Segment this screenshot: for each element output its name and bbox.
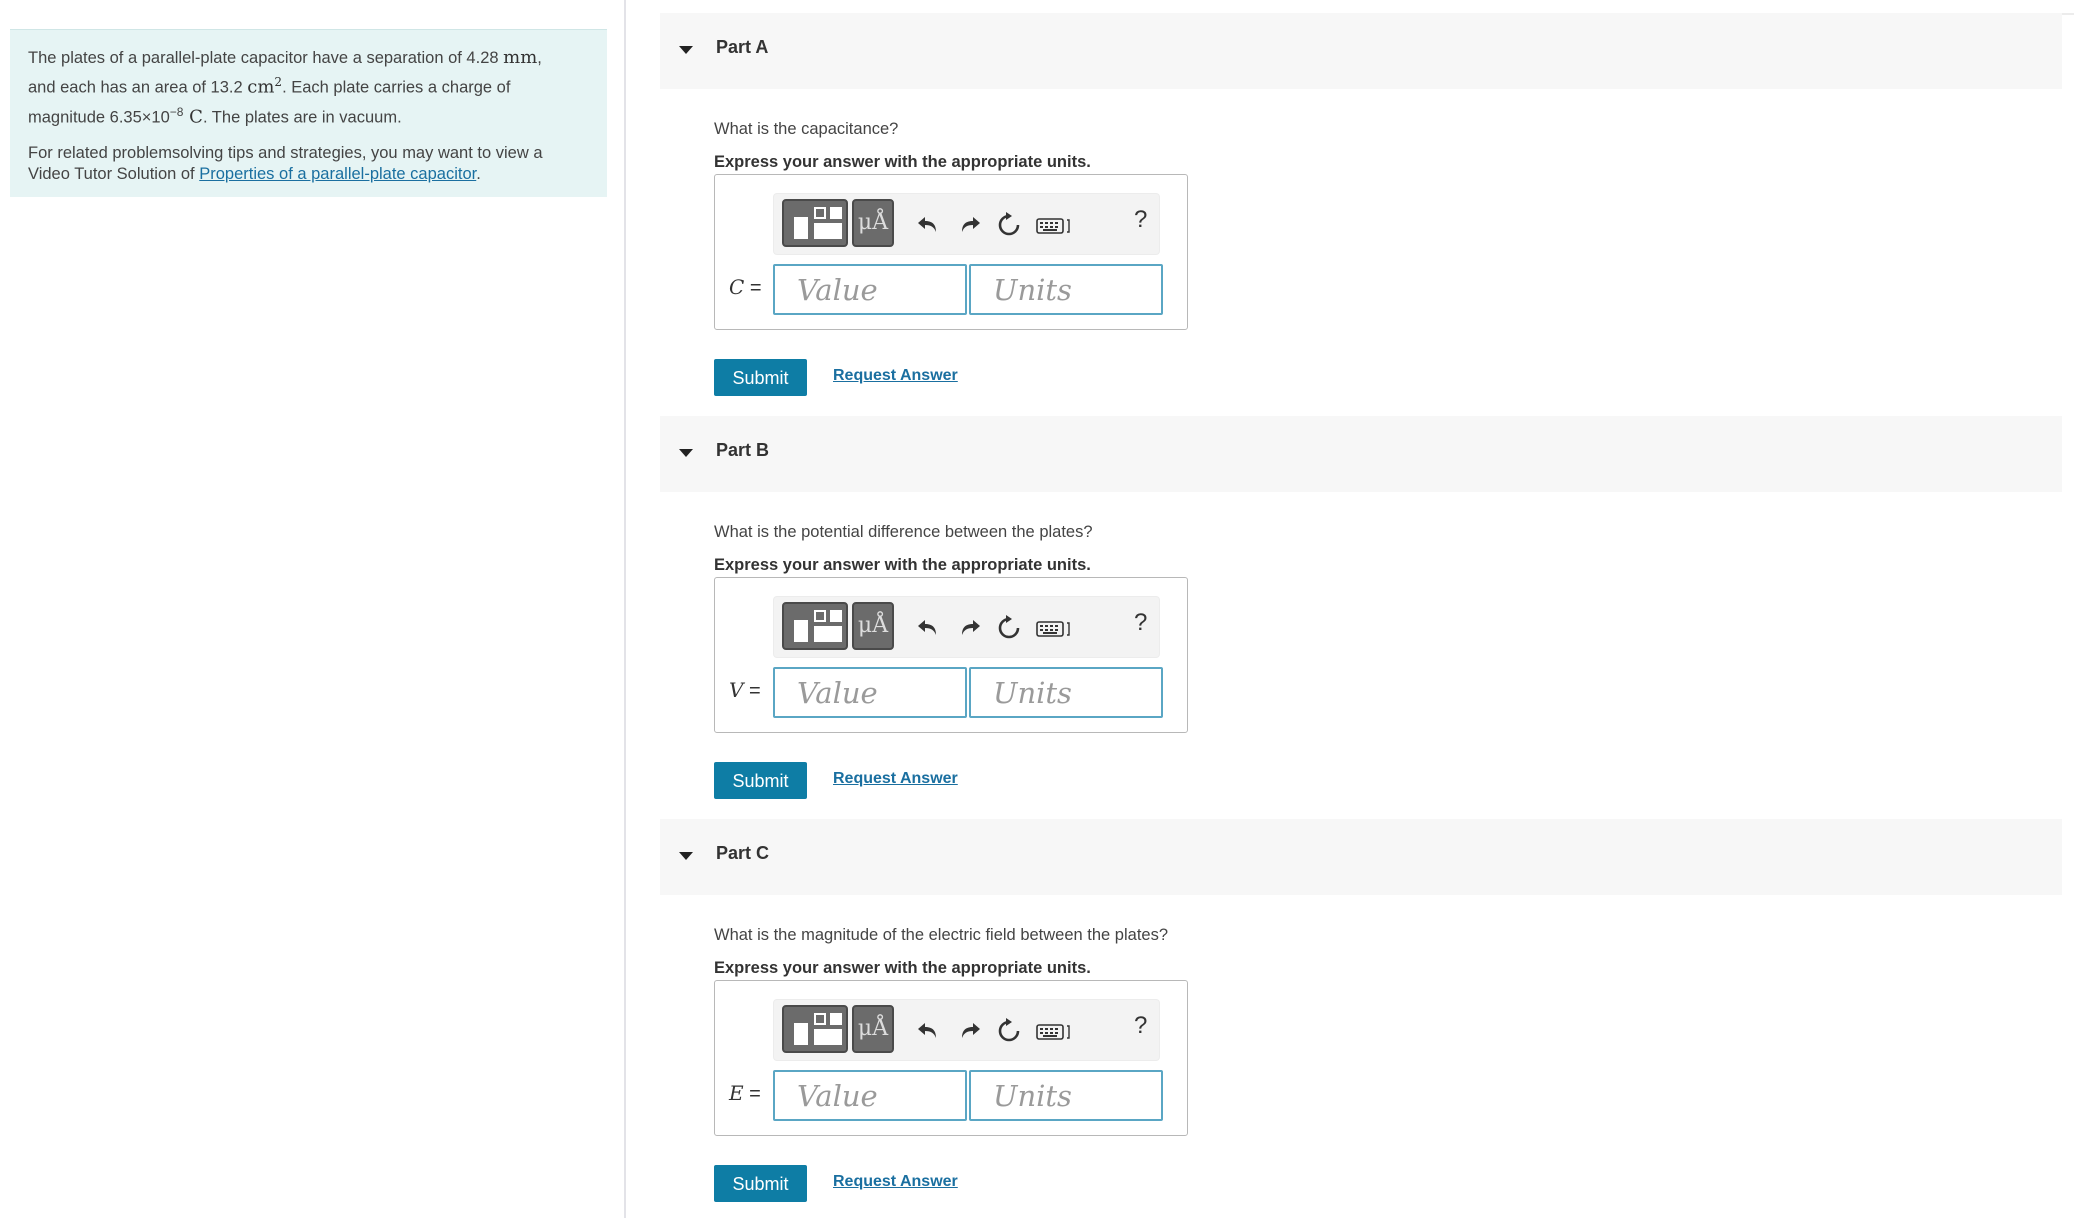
- units-icon[interactable]: μÅ: [852, 602, 894, 650]
- request-answer-link[interactable]: Request Answer: [833, 367, 958, 385]
- units-icon[interactable]: μÅ: [852, 1005, 894, 1053]
- request-answer-link[interactable]: Request Answer: [833, 1173, 958, 1191]
- answer-box: μÅ: [714, 174, 1188, 330]
- undo-icon[interactable]: [914, 1016, 944, 1046]
- units-icon[interactable]: μÅ: [852, 199, 894, 247]
- collapse-caret-icon[interactable]: [679, 852, 693, 860]
- value-input[interactable]: [773, 264, 967, 315]
- part-header[interactable]: Part B: [660, 416, 2062, 492]
- part-header[interactable]: Part A: [660, 13, 2062, 89]
- keyboard-icon[interactable]: [1034, 210, 1074, 240]
- video-tutor-link[interactable]: Properties of a parallel-plate capacitor: [199, 165, 476, 183]
- request-answer-link[interactable]: Request Answer: [833, 770, 958, 788]
- question-text: What is the magnitude of the electric fi…: [714, 926, 1169, 944]
- help-icon[interactable]: ?: [1134, 1012, 1147, 1040]
- help-icon[interactable]: ?: [1134, 206, 1147, 234]
- part-header[interactable]: Part C: [660, 819, 2062, 895]
- collapse-caret-icon[interactable]: [679, 449, 693, 457]
- problem-statement: The plates of a parallel-plate capacitor…: [10, 29, 607, 197]
- templates-icon[interactable]: [782, 1005, 848, 1053]
- question-text: What is the capacitance?: [714, 120, 899, 138]
- templates-icon[interactable]: [782, 602, 848, 650]
- math-toolbar: μÅ ?: [773, 999, 1160, 1061]
- variable-label: C =: [729, 275, 762, 299]
- units-input[interactable]: [969, 1070, 1163, 1121]
- instruction-text: Express your answer with the appropriate…: [714, 959, 1091, 977]
- part-title: Part A: [716, 37, 769, 57]
- unit-cm: cm: [247, 76, 275, 98]
- reset-icon[interactable]: [994, 613, 1024, 643]
- problem-text: The plates of a parallel-plate capacitor…: [28, 47, 542, 127]
- unit-coulomb: C: [183, 106, 203, 127]
- undo-icon[interactable]: [914, 613, 944, 643]
- value-input[interactable]: [773, 1070, 967, 1121]
- units-input[interactable]: [969, 264, 1163, 315]
- unit-mm: mm: [503, 47, 538, 68]
- reset-icon[interactable]: [994, 1016, 1024, 1046]
- instruction-text: Express your answer with the appropriate…: [714, 556, 1091, 574]
- collapse-caret-icon[interactable]: [679, 46, 693, 54]
- answer-box: μÅ: [714, 980, 1188, 1136]
- question-text: What is the potential difference between…: [714, 523, 1093, 541]
- instruction-text: Express your answer with the appropriate…: [714, 153, 1091, 171]
- keyboard-icon[interactable]: [1034, 613, 1074, 643]
- variable-label: V =: [729, 678, 761, 702]
- panel-divider: [624, 0, 626, 1218]
- answer-box: μÅ: [714, 577, 1188, 733]
- templates-icon[interactable]: [782, 199, 848, 247]
- variable-label: E =: [729, 1081, 761, 1105]
- keyboard-icon[interactable]: [1034, 1016, 1074, 1046]
- submit-button[interactable]: Submit: [714, 359, 807, 396]
- reset-icon[interactable]: [994, 210, 1024, 240]
- redo-icon[interactable]: [954, 1016, 984, 1046]
- undo-icon[interactable]: [914, 210, 944, 240]
- part-title: Part B: [716, 440, 770, 460]
- redo-icon[interactable]: [954, 613, 984, 643]
- part-title: Part C: [716, 843, 770, 863]
- units-input[interactable]: [969, 667, 1163, 718]
- value-input[interactable]: [773, 667, 967, 718]
- submit-button[interactable]: Submit: [714, 1165, 807, 1202]
- tutor-tip: For related problemsolving tips and stra…: [28, 144, 543, 183]
- redo-icon[interactable]: [954, 210, 984, 240]
- math-toolbar: μÅ ?: [773, 596, 1160, 658]
- submit-button[interactable]: Submit: [714, 762, 807, 799]
- math-toolbar: μÅ ?: [773, 193, 1160, 255]
- help-icon[interactable]: ?: [1134, 609, 1147, 637]
